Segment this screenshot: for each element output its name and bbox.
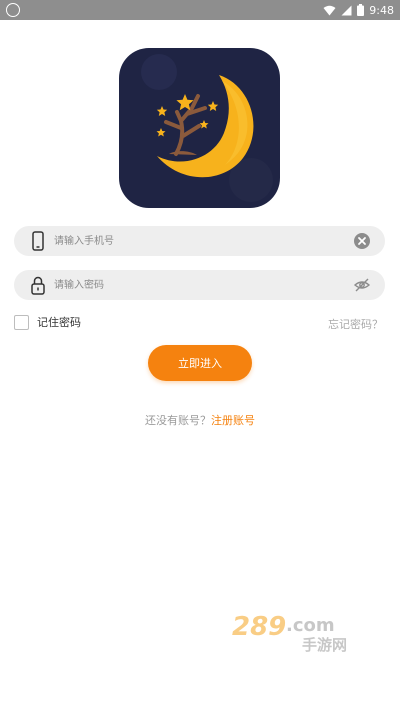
svg-text:289: 289 [232, 612, 286, 642]
phone-field [14, 226, 385, 256]
register-link[interactable]: 注册账号 [211, 414, 255, 427]
phone-icon [32, 231, 44, 251]
notification-icon [6, 3, 20, 17]
status-bar: 9:48 [0, 0, 400, 20]
clear-icon[interactable] [353, 232, 371, 250]
svg-text:手游网: 手游网 [302, 636, 347, 653]
wifi-icon [323, 5, 336, 15]
battery-icon [357, 4, 365, 16]
watermark-logo: 289 .com 手游网 [232, 612, 347, 653]
status-indicators: 9:48 [323, 0, 394, 20]
login-button[interactable]: 立即进入 [148, 345, 252, 381]
eye-off-icon[interactable] [353, 276, 371, 294]
register-row: 还没有账号？注册账号 [0, 412, 400, 428]
register-prompt: 还没有账号？ [145, 414, 211, 427]
lock-icon [31, 276, 45, 295]
password-field [14, 270, 385, 300]
remember-checkbox[interactable] [14, 314, 29, 330]
status-time: 9:48 [369, 3, 394, 17]
password-input[interactable] [54, 270, 324, 300]
app-logo [119, 48, 280, 208]
phone-input[interactable] [54, 226, 324, 256]
forgot-password-link[interactable]: 忘记密码？ [328, 316, 383, 332]
remember-password[interactable]: 记住密码 [14, 314, 81, 330]
signal-icon [341, 5, 352, 15]
svg-text:.com: .com [286, 615, 335, 636]
remember-label: 记住密码 [37, 316, 81, 329]
